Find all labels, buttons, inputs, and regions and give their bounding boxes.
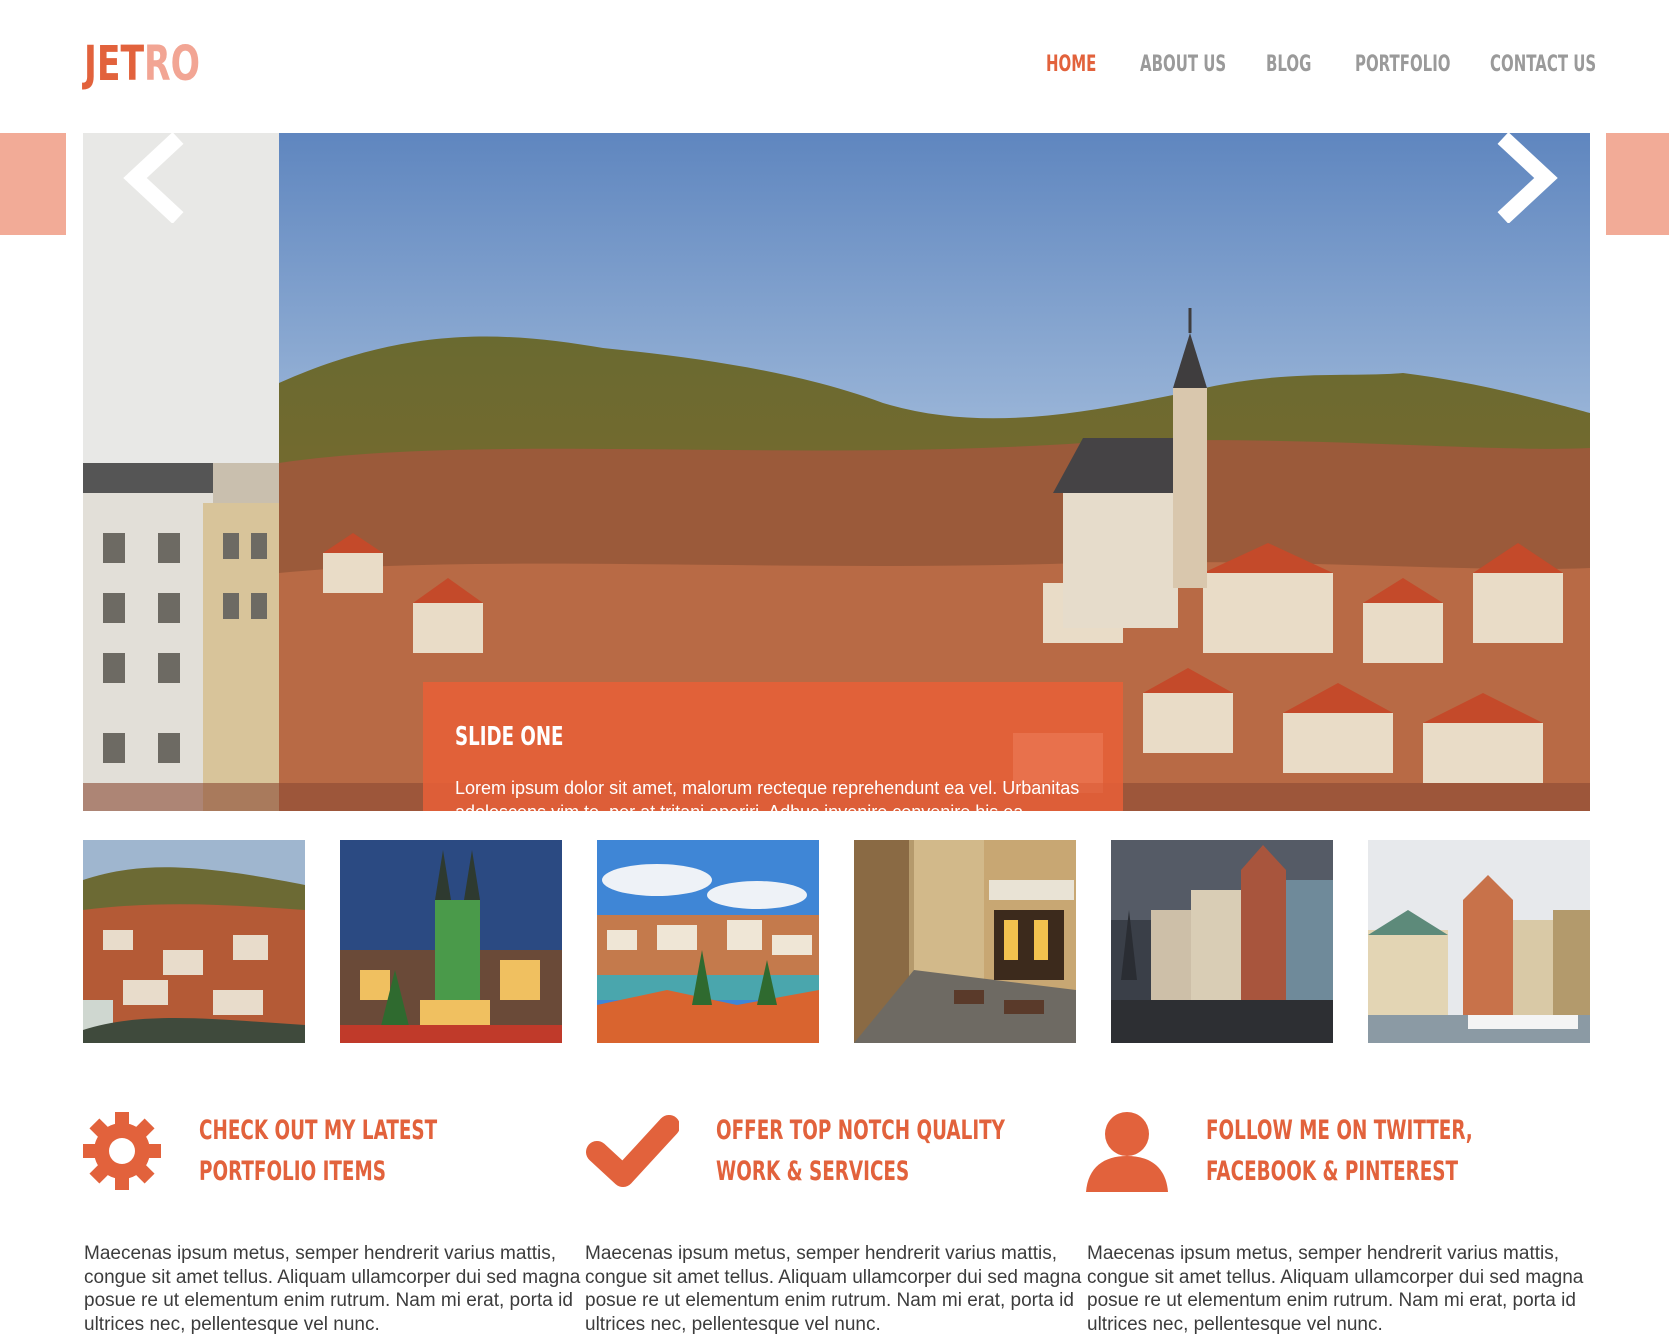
nav-blog[interactable]: BLOG [1266, 52, 1311, 77]
check-icon [586, 1115, 679, 1187]
slide-title: SLIDE ONE [455, 722, 564, 752]
feature-title-line2: FACEBOOK & PINTEREST [1206, 1156, 1459, 1187]
gear-icon [83, 1112, 161, 1190]
feature-title: CHECK OUT MY LATEST PORTFOLIO ITEMS [199, 1110, 437, 1192]
thumbnail-4[interactable] [854, 840, 1076, 1043]
thumbnail-5[interactable] [1111, 840, 1333, 1043]
feature-title-line1: FOLLOW ME ON TWITTER, [1206, 1115, 1473, 1146]
slider-prev-button[interactable] [123, 133, 193, 223]
feature-text-portfolio: Maecenas ipsum metus, semper hendrerit v… [84, 1243, 581, 1335]
hero-slider: SLIDE ONE Lorem ipsum dolor sit amet, ma… [83, 133, 1590, 811]
feature-text-quality: Maecenas ipsum metus, semper hendrerit v… [585, 1243, 1082, 1335]
feature-title-line2: PORTFOLIO ITEMS [199, 1156, 386, 1187]
side-tab-right [1606, 133, 1669, 235]
thumbnail-strip [83, 840, 1590, 1043]
feature-title-line2: WORK & SERVICES [716, 1156, 910, 1187]
feature-title: OFFER TOP NOTCH QUALITY WORK & SERVICES [716, 1110, 1005, 1192]
thumbnail-3[interactable] [597, 840, 819, 1043]
feature-title-line1: OFFER TOP NOTCH QUALITY [716, 1115, 1005, 1146]
thumbnail-1[interactable] [83, 840, 305, 1043]
slider-next-button[interactable] [1488, 133, 1558, 223]
feature-text-social: Maecenas ipsum metus, semper hendrerit v… [1087, 1243, 1584, 1335]
nav-portfolio[interactable]: PORTFOLIO [1355, 52, 1450, 77]
nav-about-us[interactable]: ABOUT US [1140, 52, 1226, 77]
main-nav: HOME ABOUT US BLOG PORTFOLIO CONTACT US [0, 52, 1669, 82]
nav-home[interactable]: HOME [1046, 52, 1096, 77]
side-tab-left [0, 133, 66, 235]
slide-text: Lorem ipsum dolor sit amet, malorum rect… [455, 778, 1080, 811]
slide-caption: SLIDE ONE Lorem ipsum dolor sit amet, ma… [423, 682, 1123, 811]
feature-title-line1: CHECK OUT MY LATEST [199, 1115, 438, 1146]
user-icon [1086, 1112, 1168, 1192]
thumbnail-2[interactable] [340, 840, 562, 1043]
thumbnail-6[interactable] [1368, 840, 1590, 1043]
feature-title: FOLLOW ME ON TWITTER, FACEBOOK & PINTERES… [1206, 1110, 1473, 1192]
nav-contact-us[interactable]: CONTACT US [1490, 52, 1596, 77]
